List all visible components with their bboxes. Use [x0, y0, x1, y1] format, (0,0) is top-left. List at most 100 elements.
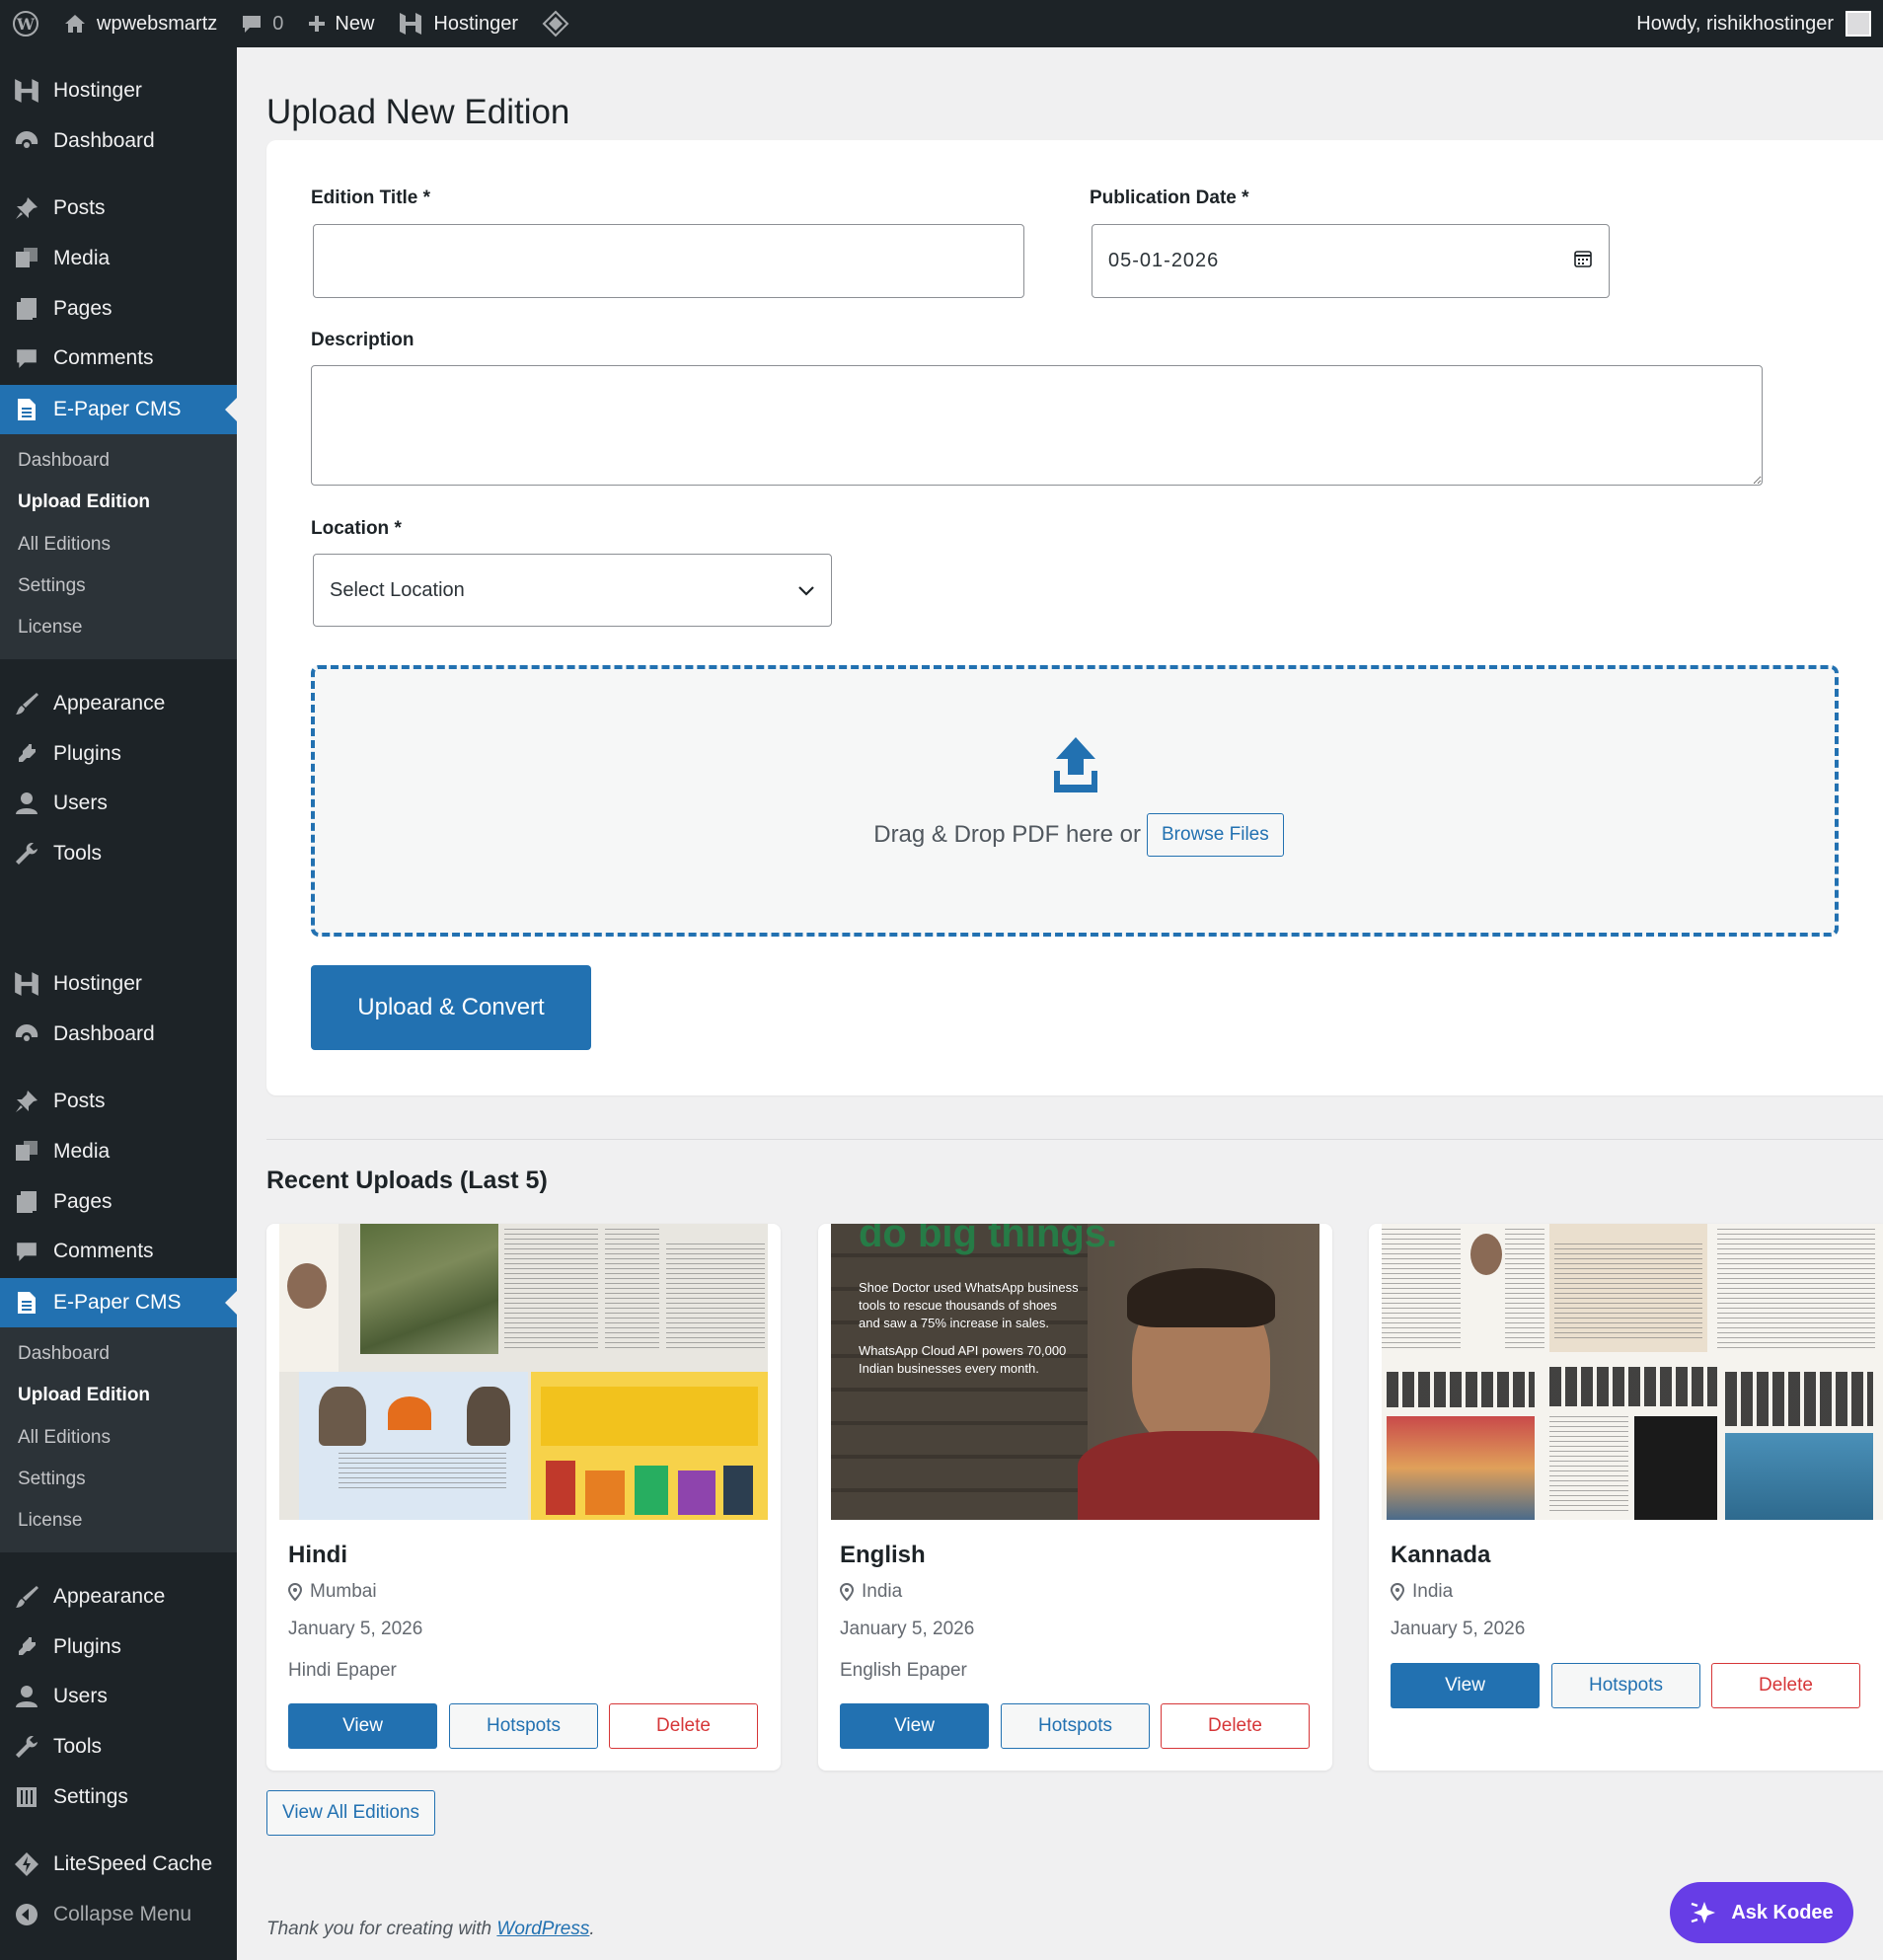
hotspots-button[interactable]: Hotspots [1551, 1663, 1700, 1708]
menu-plugins[interactable]: Plugins [0, 729, 237, 779]
publication-date-input[interactable]: 05-01-2026 [1092, 224, 1610, 298]
recent-uploads-title: Recent Uploads (Last 5) [266, 1167, 548, 1194]
document-icon [0, 397, 53, 422]
settings-icon [0, 1785, 53, 1809]
menu-label: Hostinger [53, 972, 142, 995]
edition-card-kannada: Kannada India January 5, 2026 View Hotsp… [1369, 1224, 1883, 1771]
delete-button[interactable]: Delete [609, 1703, 758, 1749]
collapse-menu-button[interactable]: Collapse Menu [0, 1890, 237, 1939]
menu-label: Dashboard [53, 1022, 155, 1045]
menu-posts[interactable]: Posts [0, 1077, 237, 1126]
account-menu[interactable]: Howdy, rishikhostinger [1636, 0, 1871, 47]
edition-name: English [840, 1542, 926, 1568]
description-textarea[interactable] [311, 365, 1763, 486]
submenu-all-editions[interactable]: All Editions [18, 1423, 111, 1453]
delete-button[interactable]: Delete [1161, 1703, 1310, 1749]
menu-label: Users [53, 792, 108, 814]
footer-thanks: Thank you for creating with [266, 1919, 492, 1939]
edition-card-english: do big things. Shoe Doctor used WhatsApp… [818, 1224, 1332, 1771]
menu-users[interactable]: Users [0, 779, 237, 828]
hostinger-label: Hostinger [433, 12, 519, 35]
footer-text: Thank you for creating with WordPress. [266, 1919, 595, 1940]
english-thumb-line: Indian businesses every month. [859, 1361, 1039, 1376]
edition-thumbnail[interactable] [279, 1224, 768, 1520]
edition-thumbnail[interactable]: do big things. Shoe Doctor used WhatsApp… [831, 1224, 1319, 1520]
kodee-icon [1691, 1902, 1716, 1923]
submenu-upload-edition[interactable]: Upload Edition [18, 1381, 150, 1410]
location-select[interactable]: Select Location [313, 554, 832, 627]
calendar-icon[interactable] [1573, 249, 1593, 274]
new-content-link[interactable]: New [295, 0, 386, 47]
menu-dashboard[interactable]: Dashboard [0, 1010, 237, 1059]
wordpress-link[interactable]: WordPress [496, 1919, 589, 1939]
browse-files-button[interactable]: Browse Files [1147, 813, 1284, 857]
menu-tools[interactable]: Tools [0, 829, 237, 878]
comment-icon [0, 1240, 53, 1263]
edition-thumbnail[interactable] [1382, 1224, 1883, 1520]
hotspots-button[interactable]: Hotspots [1001, 1703, 1150, 1749]
menu-hostinger[interactable]: Hostinger [0, 959, 237, 1009]
submenu-license[interactable]: License [18, 1506, 83, 1536]
upload-icon [1050, 735, 1101, 799]
menu-posts[interactable]: Posts [0, 184, 237, 233]
menu-label: Posts [53, 1090, 106, 1112]
menu-pages[interactable]: Pages [0, 1177, 237, 1227]
site-name: wpwebsmartz [97, 12, 218, 35]
english-thumb-line: and saw a 75% increase in sales. [859, 1316, 1049, 1330]
menu-epaper-cms[interactable]: E-Paper CMS [0, 1278, 237, 1327]
menu-label: Hostinger [53, 79, 142, 102]
menu-comments[interactable]: Comments [0, 334, 237, 383]
svg-text:W: W [16, 15, 36, 34]
hostinger-link[interactable]: Hostinger [386, 0, 530, 47]
location-label: Location * [311, 518, 402, 539]
menu-tools[interactable]: Tools [0, 1722, 237, 1772]
submenu-license[interactable]: License [18, 613, 83, 642]
wordpress-logo-icon[interactable]: W [0, 0, 51, 47]
english-thumb-line: Shoe Doctor used WhatsApp business [859, 1280, 1079, 1295]
submenu-dashboard[interactable]: Dashboard [18, 446, 110, 476]
menu-media[interactable]: Media [0, 234, 237, 283]
menu-epaper-cms[interactable]: E-Paper CMS [0, 385, 237, 434]
avatar [1845, 11, 1871, 37]
view-button[interactable]: View [840, 1703, 989, 1749]
view-all-editions-button[interactable]: View All Editions [266, 1790, 436, 1836]
pdf-dropzone[interactable]: Drag & Drop PDF here or Browse Files [311, 665, 1839, 937]
comment-icon [0, 346, 53, 370]
upload-convert-button[interactable]: Upload & Convert [311, 965, 591, 1050]
hotspots-button[interactable]: Hotspots [449, 1703, 598, 1749]
site-name-link[interactable]: wpwebsmartz [51, 0, 229, 47]
view-button[interactable]: View [1391, 1663, 1540, 1708]
document-icon [0, 1290, 53, 1316]
menu-pages[interactable]: Pages [0, 284, 237, 334]
menu-hostinger[interactable]: Hostinger [0, 66, 237, 115]
submenu-dashboard[interactable]: Dashboard [18, 1339, 110, 1369]
menu-appearance[interactable]: Appearance [0, 1572, 237, 1621]
menu-dashboard[interactable]: Dashboard [0, 116, 237, 166]
section-divider [266, 1139, 1883, 1140]
ask-kodee-button[interactable]: Ask Kodee [1670, 1882, 1853, 1943]
menu-plugins[interactable]: Plugins [0, 1622, 237, 1672]
menu-litespeed-cache[interactable]: LiteSpeed Cache [0, 1840, 237, 1889]
menu-media[interactable]: Media [0, 1127, 237, 1176]
menu-label: Comments [53, 346, 154, 369]
edition-location: Mumbai [288, 1581, 377, 1603]
menu-label: LiteSpeed Cache [53, 1852, 213, 1875]
comments-link[interactable]: 0 [229, 0, 295, 47]
map-pin-icon [840, 1583, 854, 1601]
menu-appearance[interactable]: Appearance [0, 679, 237, 728]
location-text: India [1412, 1581, 1454, 1602]
submenu-all-editions[interactable]: All Editions [18, 530, 111, 560]
submenu-settings[interactable]: Settings [18, 1465, 86, 1494]
submenu-upload-edition[interactable]: Upload Edition [18, 488, 150, 517]
drop-instruction: Drag & Drop PDF here or [873, 821, 1141, 848]
delete-button[interactable]: Delete [1711, 1663, 1860, 1708]
view-button[interactable]: View [288, 1703, 437, 1749]
edition-title-input[interactable] [313, 224, 1024, 298]
diamond-icon[interactable] [530, 0, 581, 47]
menu-label: Users [53, 1685, 108, 1707]
submenu-settings[interactable]: Settings [18, 571, 86, 601]
menu-comments[interactable]: Comments [0, 1227, 237, 1276]
menu-users[interactable]: Users [0, 1672, 237, 1721]
menu-settings[interactable]: Settings [0, 1772, 237, 1822]
menu-label: Dashboard [53, 129, 155, 152]
